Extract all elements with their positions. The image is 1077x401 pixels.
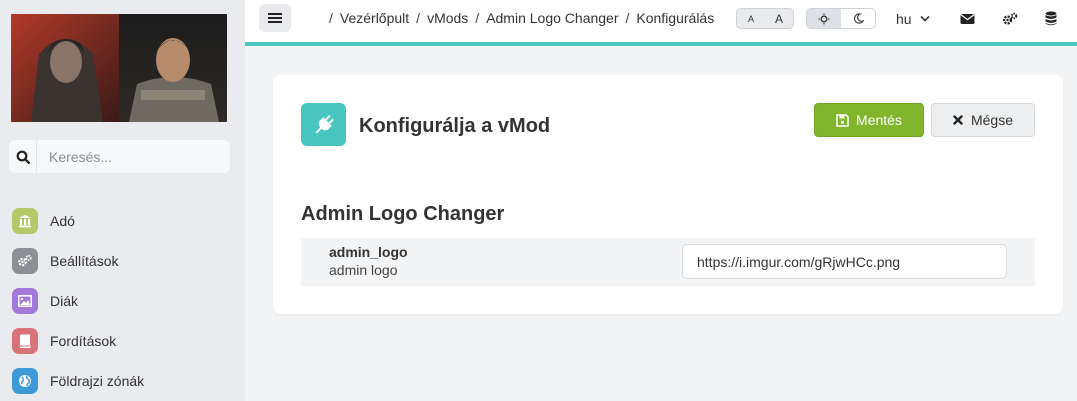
sidebar-item-diak[interactable]: Diák bbox=[0, 281, 245, 321]
breadcrumb-separator: / bbox=[416, 10, 421, 26]
globe-icon bbox=[12, 368, 38, 394]
database-button[interactable] bbox=[1040, 8, 1062, 29]
sidebar-item-beallitasok[interactable]: Beállítások bbox=[0, 241, 245, 281]
cancel-button-label: Mégse bbox=[970, 112, 1014, 128]
close-icon bbox=[953, 115, 963, 125]
floppy-icon bbox=[836, 113, 849, 127]
sidebar-item-label: Beállítások bbox=[50, 253, 119, 269]
font-size-large-button[interactable]: A bbox=[765, 9, 793, 28]
save-button[interactable]: Mentés bbox=[814, 103, 924, 137]
section-title: Admin Logo Changer bbox=[301, 203, 505, 225]
sidebar-nav: Adó Beállítások Diák Fordítások Földrajz… bbox=[0, 201, 245, 401]
setting-row: admin_logo admin logo bbox=[301, 238, 1035, 286]
admin-logo-url-field[interactable] bbox=[682, 244, 1007, 279]
messages-button[interactable] bbox=[956, 8, 978, 29]
breadcrumb-item-module[interactable]: Admin Logo Changer bbox=[486, 10, 618, 26]
setting-description: admin logo bbox=[329, 262, 398, 278]
gears-icon bbox=[1002, 12, 1018, 25]
sidebar-item-ado[interactable]: Adó bbox=[0, 201, 245, 241]
sidebar-item-foldrajzi-zonak[interactable]: Földrajzi zónák bbox=[0, 361, 245, 401]
image-icon bbox=[12, 288, 38, 314]
top-bar-accent-line bbox=[245, 42, 1077, 46]
search-icon[interactable] bbox=[9, 140, 37, 173]
breadcrumb: / Vezérlőpult / vMods / Admin Logo Chang… bbox=[322, 0, 714, 36]
gears-icon bbox=[12, 248, 38, 274]
menu-toggle-button[interactable] bbox=[259, 4, 291, 32]
database-icon bbox=[1045, 11, 1057, 26]
breadcrumb-separator: / bbox=[329, 10, 333, 26]
sidebar-search bbox=[9, 140, 230, 173]
language-select[interactable]: hu bbox=[896, 8, 930, 29]
breadcrumb-separator: / bbox=[475, 10, 480, 26]
sidebar-item-label: Adó bbox=[50, 213, 75, 229]
search-input[interactable] bbox=[37, 140, 230, 173]
settings-button[interactable] bbox=[999, 8, 1021, 29]
config-card: Konfigurálja a vMod Mentés Mégse Admin L… bbox=[273, 75, 1063, 314]
breadcrumb-separator: / bbox=[625, 10, 630, 26]
font-size-small-button[interactable]: A bbox=[737, 9, 765, 28]
cancel-button[interactable]: Mégse bbox=[931, 103, 1035, 137]
sidebar-logo[interactable] bbox=[11, 14, 227, 122]
light-mode-button[interactable] bbox=[807, 9, 841, 28]
book-icon bbox=[12, 328, 38, 354]
theme-toggle bbox=[806, 8, 876, 29]
top-bar: / Vezérlőpult / vMods / Admin Logo Chang… bbox=[245, 0, 1077, 42]
save-button-label: Mentés bbox=[856, 112, 902, 128]
dark-mode-button[interactable] bbox=[841, 9, 875, 28]
breadcrumb-item-dashboard[interactable]: Vezérlőpult bbox=[340, 10, 409, 26]
font-size-toggle: A A bbox=[736, 8, 794, 29]
plug-icon bbox=[301, 103, 346, 146]
sidebar: Adó Beállítások Diák Fordítások Földrajz… bbox=[0, 0, 245, 401]
page-title: Konfigurálja a vMod bbox=[359, 115, 551, 137]
sun-icon bbox=[818, 13, 830, 24]
chevron-down-icon bbox=[920, 15, 930, 22]
sidebar-item-label: Fordítások bbox=[50, 333, 117, 349]
sidebar-item-label: Földrajzi zónák bbox=[50, 373, 145, 389]
moon-icon bbox=[853, 13, 864, 24]
sidebar-item-label: Diák bbox=[50, 293, 79, 309]
envelope-icon bbox=[959, 13, 975, 24]
bank-icon bbox=[12, 208, 38, 234]
setting-key: admin_logo bbox=[329, 244, 408, 260]
hamburger-icon bbox=[268, 13, 282, 23]
breadcrumb-item-vmods[interactable]: vMods bbox=[427, 10, 468, 26]
language-label: hu bbox=[896, 10, 912, 27]
logo-image bbox=[11, 14, 227, 122]
sidebar-item-forditasok[interactable]: Fordítások bbox=[0, 321, 245, 361]
breadcrumb-item-current: Konfigurálás bbox=[636, 10, 715, 26]
